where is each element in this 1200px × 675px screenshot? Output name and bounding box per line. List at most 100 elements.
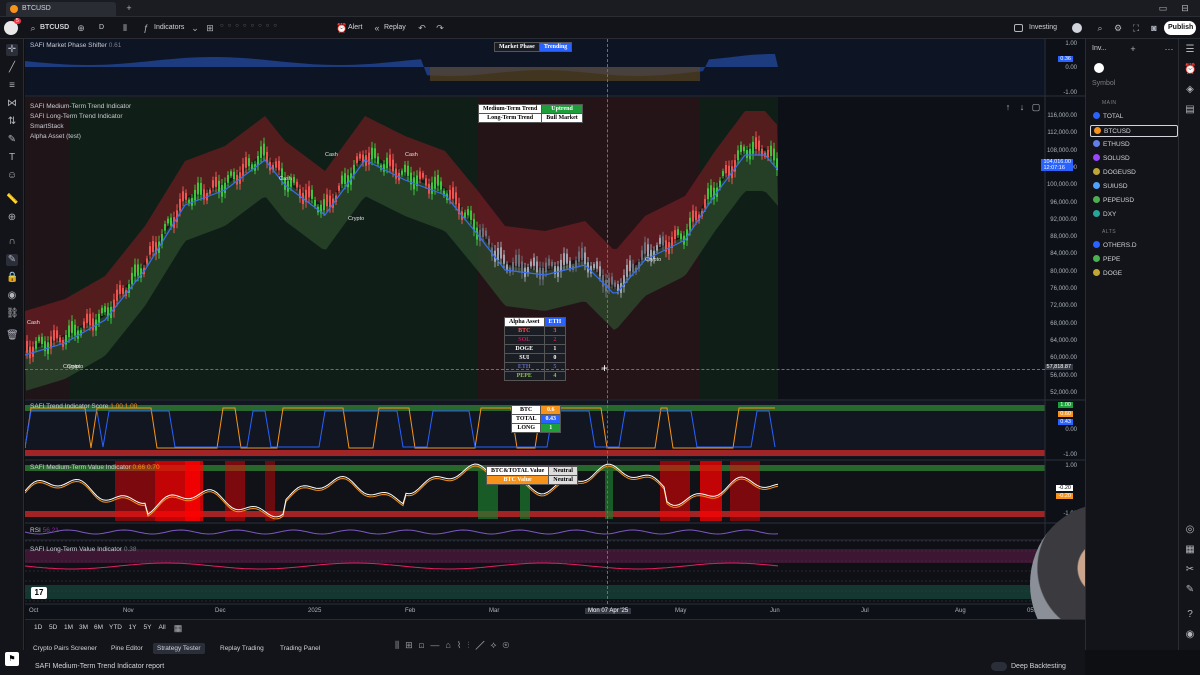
new-tab-icon[interactable]: +: [124, 3, 134, 13]
market-phase-label[interactable]: SAFI Market Phase Shifter 0.61: [30, 42, 121, 49]
legend-alpha-asset[interactable]: Alpha Asset (test): [30, 133, 131, 140]
text-icon[interactable]: T: [6, 152, 18, 164]
pane-maximize-icon[interactable]: ▢: [1031, 102, 1041, 112]
add-watchlist-icon[interactable]: +: [1128, 44, 1138, 54]
bar-style-icon[interactable]: ⫴: [120, 23, 130, 33]
tradingview-logo[interactable]: 17: [31, 587, 47, 599]
chevron-down-icon[interactable]: ⌄: [190, 23, 200, 33]
pane-down-icon[interactable]: ↓: [1017, 102, 1027, 112]
link-icon[interactable]: ⛓: [6, 308, 19, 320]
layers-icon[interactable]: ◈: [1184, 84, 1196, 96]
ltv-label[interactable]: SAFI Long-Term Value Indicator 0.38: [30, 546, 136, 553]
range-button[interactable]: 5Y: [144, 624, 152, 631]
alerts-icon[interactable]: ⏰: [1184, 64, 1196, 76]
browser-tab[interactable]: BTCUSD: [6, 2, 116, 16]
search-icon[interactable]: ⌕: [28, 23, 38, 33]
watchlist-item[interactable]: ETHUSD: [1090, 139, 1178, 151]
watchlist-item[interactable]: SOLUSD: [1090, 153, 1178, 165]
ruler-icon[interactable]: 📏: [6, 194, 18, 206]
watchlist-menu-icon[interactable]: ⋯: [1164, 44, 1174, 54]
range-button[interactable]: 6M: [94, 624, 103, 631]
pen-icon[interactable]: ✎: [1184, 584, 1196, 596]
broadcast-icon[interactable]: ◉: [1184, 629, 1196, 641]
help-icon[interactable]: ?: [1184, 609, 1196, 621]
forecast-icon[interactable]: ⇅: [6, 116, 18, 128]
trend-score-label[interactable]: SAFI Trend Indicator Score 1.00 1.00: [30, 403, 137, 410]
symbol-search[interactable]: BTCUSD: [40, 24, 69, 31]
range-button[interactable]: YTD: [109, 624, 122, 631]
brush-icon[interactable]: ✎: [6, 134, 18, 146]
settings-icon[interactable]: ⚙: [1113, 23, 1123, 33]
indicator-shortcut-strip[interactable]: ○○○○○○○○: [220, 23, 320, 33]
fullscreen-icon[interactable]: ⛶: [1131, 23, 1141, 33]
undo-icon[interactable]: ↶: [417, 23, 427, 33]
fib-icon[interactable]: ≡: [6, 80, 18, 92]
lock-drawing-icon[interactable]: ✎: [6, 254, 18, 266]
chart-area[interactable]: SAFI Market Phase Shifter 0.61 Market Ph…: [25, 39, 1085, 619]
bottom-tab[interactable]: Replay Trading: [220, 643, 264, 654]
data-window-icon[interactable]: ▤: [1184, 104, 1196, 116]
legend-smartstack[interactable]: SmartStack: [30, 123, 131, 130]
range-button[interactable]: 3M: [79, 624, 88, 631]
watchlist-item[interactable]: PEPEUSD: [1090, 195, 1178, 207]
deep-backtesting-toggle[interactable]: [991, 662, 1007, 671]
eye-icon[interactable]: ◉: [6, 290, 18, 302]
account-icon[interactable]: ⚑: [5, 652, 19, 666]
indicators-icon[interactable]: ƒ: [141, 23, 151, 33]
range-button[interactable]: 5D: [49, 624, 57, 631]
zoom-icon[interactable]: ⊕: [6, 212, 18, 224]
legend-long-term[interactable]: SAFI Long-Term Trend Indicator: [30, 113, 131, 120]
replay-button[interactable]: Replay: [384, 24, 406, 31]
range-button[interactable]: All: [159, 624, 166, 631]
watchlist-item[interactable]: SUIUSD: [1090, 181, 1178, 193]
range-button[interactable]: 1M: [64, 624, 73, 631]
camera-icon[interactable]: ◙: [1149, 23, 1159, 33]
bottom-tab[interactable]: Trading Panel: [280, 643, 320, 654]
report-label[interactable]: SAFI Medium-Term Trend Indicator report: [35, 663, 164, 670]
replay-icon[interactable]: «: [372, 23, 382, 33]
add-symbol-icon[interactable]: ⊕: [76, 23, 86, 33]
alert-icon[interactable]: ⏰: [336, 23, 347, 33]
close-window-icon[interactable]: ⊟: [1180, 3, 1190, 13]
legend-medium-term[interactable]: SAFI Medium-Term Trend Indicator: [30, 103, 131, 110]
bottom-tab[interactable]: Pine Editor: [111, 643, 143, 654]
calendar-icon[interactable]: ▦: [1184, 544, 1196, 556]
window-icon[interactable]: ▭: [1158, 3, 1168, 13]
emoji-icon[interactable]: ☺: [6, 170, 18, 182]
publish-button[interactable]: Publish: [1164, 21, 1196, 35]
range-button[interactable]: 1Y: [129, 624, 137, 631]
rsi-label[interactable]: RSI 56.21: [30, 527, 59, 534]
indicators-button[interactable]: Indicators: [154, 24, 184, 31]
watchlist-item[interactable]: DOGE: [1090, 268, 1178, 280]
quick-search-icon[interactable]: ⌕: [1095, 23, 1105, 33]
mtv-label[interactable]: SAFI Medium-Term Value Indicator 0.66 0.…: [30, 464, 160, 471]
watchlist-item[interactable]: TOTAL: [1090, 111, 1178, 123]
layout-checkbox-icon[interactable]: [1014, 24, 1023, 32]
watchlist-title[interactable]: Inv...: [1092, 45, 1107, 52]
templates-icon[interactable]: ⊞: [205, 23, 215, 33]
watchlist-item[interactable]: DOGEUSD: [1090, 167, 1178, 179]
watchlist-section-header[interactable]: MAIN: [1102, 100, 1117, 106]
watchlist-section-header[interactable]: ALTS: [1102, 229, 1116, 235]
alert-button[interactable]: Alert: [348, 24, 362, 31]
layout-dropdown-icon[interactable]: [1072, 23, 1082, 33]
lock-icon[interactable]: 🔒: [6, 272, 18, 284]
interval-button[interactable]: D: [99, 24, 104, 31]
bottom-tab[interactable]: Crypto Pairs Screener: [33, 643, 97, 654]
watchlist-item[interactable]: DXY: [1090, 209, 1178, 221]
trendline-icon[interactable]: ╱: [6, 62, 18, 74]
toggle-icon[interactable]: [1094, 63, 1104, 73]
redo-icon[interactable]: ↷: [435, 23, 445, 33]
pane-up-icon[interactable]: ↑: [1003, 102, 1013, 112]
tools-icon[interactable]: ✂: [1184, 564, 1196, 576]
range-button[interactable]: 1D: [34, 624, 42, 631]
bottom-tab[interactable]: Strategy Tester: [153, 643, 205, 654]
pattern-icon[interactable]: ⋈: [6, 98, 18, 110]
trash-icon[interactable]: 🗑: [6, 330, 19, 342]
target-icon[interactable]: ◎: [1184, 524, 1196, 536]
watchlist-item[interactable]: PEPE: [1090, 254, 1178, 266]
crosshair-icon[interactable]: ✛: [6, 44, 18, 56]
watchlist-item[interactable]: BTCUSD: [1090, 125, 1178, 137]
watchlist-item[interactable]: OTHERS.D: [1090, 240, 1178, 252]
date-range-icon[interactable]: ▦: [173, 623, 183, 633]
